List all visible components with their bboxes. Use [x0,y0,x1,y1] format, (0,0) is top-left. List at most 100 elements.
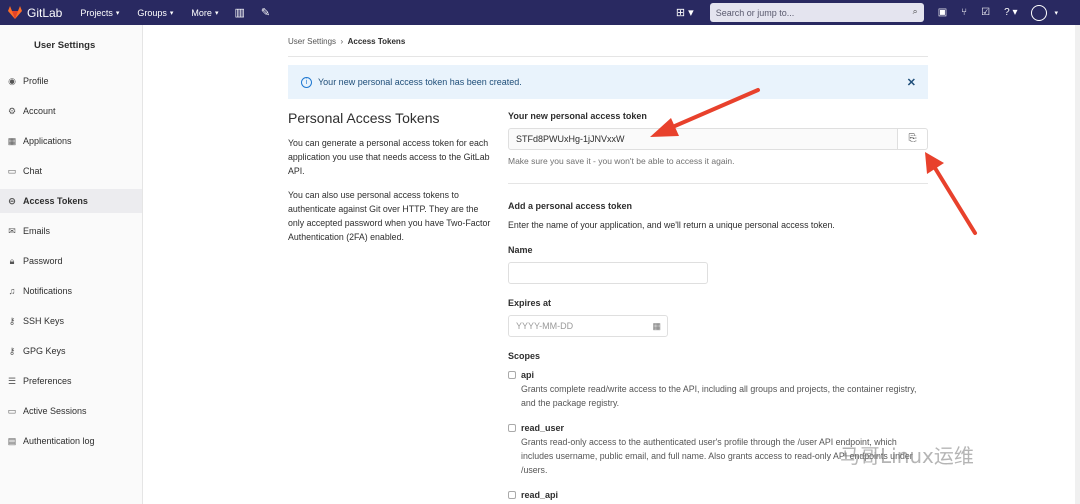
gitlab-logo[interactable]: GitLab [8,6,62,20]
merge-request-icon[interactable]: ⑂ [961,7,967,18]
help-icon[interactable]: ? ▾ [1004,7,1017,18]
chevron-down-icon: ▾ [115,9,120,17]
sidebar-item-applications[interactable]: ▦ Applications [0,129,142,153]
chevron-down-icon: ▾ [169,9,174,17]
sidebar-item-profile[interactable]: ◉ Profile [0,69,142,93]
alert-message: Your new personal access token has been … [318,77,522,87]
sidebar-item-label: GPG Keys [23,346,66,356]
scope-checkbox-api[interactable] [508,371,516,379]
account-icon: ⚙ [7,105,17,116]
profile-icon: ◉ [8,75,16,86]
applications-icon: ▦ [7,135,17,146]
sidebar-item-label: Active Sessions [23,406,87,416]
sidebar-item-preferences[interactable]: ☰ Preferences [0,369,142,393]
issues-icon[interactable]: ☑ [981,7,990,18]
new-token-help: Make sure you save it - you won't be abl… [508,156,735,166]
name-label: Name [508,245,533,255]
lock-icon: 🔒︎ [9,255,15,266]
chat-icon: ▭ [7,165,17,176]
breadcrumb: User Settings › Access Tokens [288,37,405,46]
breadcrumb-separator-icon: › [338,37,346,46]
sidebar-item-active-sessions[interactable]: ▭ Active Sessions [0,399,142,423]
sidebar-item-label: Password [23,256,63,266]
clipboard-icon: ⎘ [908,133,917,144]
breadcrumb-parent[interactable]: User Settings [288,37,336,46]
search-input[interactable]: Search or jump to... ⌕ [709,3,924,22]
intro-paragraph-1: You can generate a personal access token… [288,138,490,176]
gitlab-fox-icon [8,6,22,19]
nav-more-label: More [191,7,212,18]
new-token-field[interactable]: STFd8PWUxHg-1jJNVxxW [508,128,898,150]
nav-projects[interactable]: Projects ▾ [80,8,119,18]
chart-icon[interactable]: ▥ [234,6,244,19]
add-token-title: Add a personal access token [508,201,633,211]
key-icon: ⚷ [8,315,16,326]
brand-name: GitLab [27,5,63,20]
sidebar-title: User Settings [34,40,96,51]
name-field[interactable] [508,262,708,284]
arrow-to-copy-button [925,152,977,235]
mail-icon: ✉ [8,225,16,236]
plus-dropdown-icon[interactable]: ⊞ ▾ [676,6,694,19]
sidebar-item-notifications[interactable]: ♫ Notifications [0,279,142,303]
sidebar-item-emails[interactable]: ✉ Emails [0,219,142,243]
divider [508,183,928,184]
key-icon: ⊝ [8,195,16,206]
sidebar-item-access-tokens[interactable]: ⊝ Access Tokens [0,189,142,213]
page-scrollbar[interactable] [1075,25,1080,504]
scope-checkbox-read-user[interactable] [508,424,516,432]
chevron-down-icon[interactable]: ▾ [1054,9,1058,17]
scope-name-read-user: read_user [521,423,565,433]
scope-name-api: api [521,370,535,380]
sidebar-item-label: Emails [23,226,51,236]
scopes-label: Scopes [508,351,541,361]
intro-paragraph-2: You can also use personal access tokens … [288,190,491,242]
sidebar-item-gpg-keys[interactable]: ⚷ GPG Keys [0,339,142,363]
close-icon[interactable]: ✕ [907,76,916,89]
expires-label: Expires at [508,298,552,308]
new-token-label: Your new personal access token [508,111,647,121]
search-placeholder: Search or jump to... [715,7,795,18]
sidebar: User Settings ◉ Profile ⚙ Account ▦ Applica… [0,25,143,504]
scope-checkbox-read-api[interactable] [508,491,516,499]
preferences-icon: ☰ [7,375,17,386]
scope-name-read-api: read_api [521,490,559,500]
sidebar-item-label: Applications [23,136,72,146]
nav-projects-label: Projects [80,7,113,18]
page-title: Personal Access Tokens [288,110,440,126]
sidebar-item-ssh-keys[interactable]: ⚷ SSH Keys [0,309,142,333]
search-icon: ⌕ [912,6,918,16]
bell-icon: ♫ [8,286,16,296]
sidebar-item-chat[interactable]: ▭ Chat [0,159,142,183]
sidebar-item-password[interactable]: 🔒︎ Password [0,249,142,273]
success-alert: i Your new personal access token has bee… [288,65,928,99]
chevron-down-icon: ▾ [214,9,219,17]
sidebar-item-label: Notifications [23,286,73,296]
info-icon: i [301,76,312,88]
top-navbar: GitLab Projects ▾ Groups ▾ More ▾ ▥ ✎ ⊞ ▾ S… [0,0,1080,25]
watermark: 马哥Linux运维 [840,444,974,468]
nav-groups[interactable]: Groups ▾ [137,8,173,18]
nav-more[interactable]: More ▾ [191,8,218,18]
sidebar-item-authentication-log[interactable]: ▤ Authentication log [0,429,142,453]
sidebar-item-label: Profile [23,76,49,86]
sidebar-item-label: Chat [23,166,43,176]
expires-date-field[interactable]: YYYY-MM-DD ▦ [508,315,668,337]
sidebar-item-label: SSH Keys [23,316,65,326]
scope-desc-api: Grants complete read/write access to the… [521,384,917,408]
avatar[interactable] [1031,4,1048,21]
wrench-icon[interactable]: ✎ [261,6,270,19]
add-token-description: Enter the name of your application, and … [508,220,835,230]
intro-column: Personal Access Tokens You can generate … [288,110,493,254]
breadcrumb-current[interactable]: Access Tokens [348,37,406,46]
sidebar-item-label: Account [23,106,56,116]
monitor-icon: ▭ [7,405,17,416]
sidebar-item-label: Authentication log [23,436,95,446]
copy-token-button[interactable]: ⎘ [897,128,928,150]
calendar-icon: ▦ [652,321,661,331]
sidebar-item-account[interactable]: ⚙ Account [0,99,142,123]
todo-panel-icon[interactable]: ▣ [938,7,947,18]
key-icon: ⚷ [8,345,16,356]
log-icon: ▤ [7,435,17,446]
divider [288,56,928,57]
